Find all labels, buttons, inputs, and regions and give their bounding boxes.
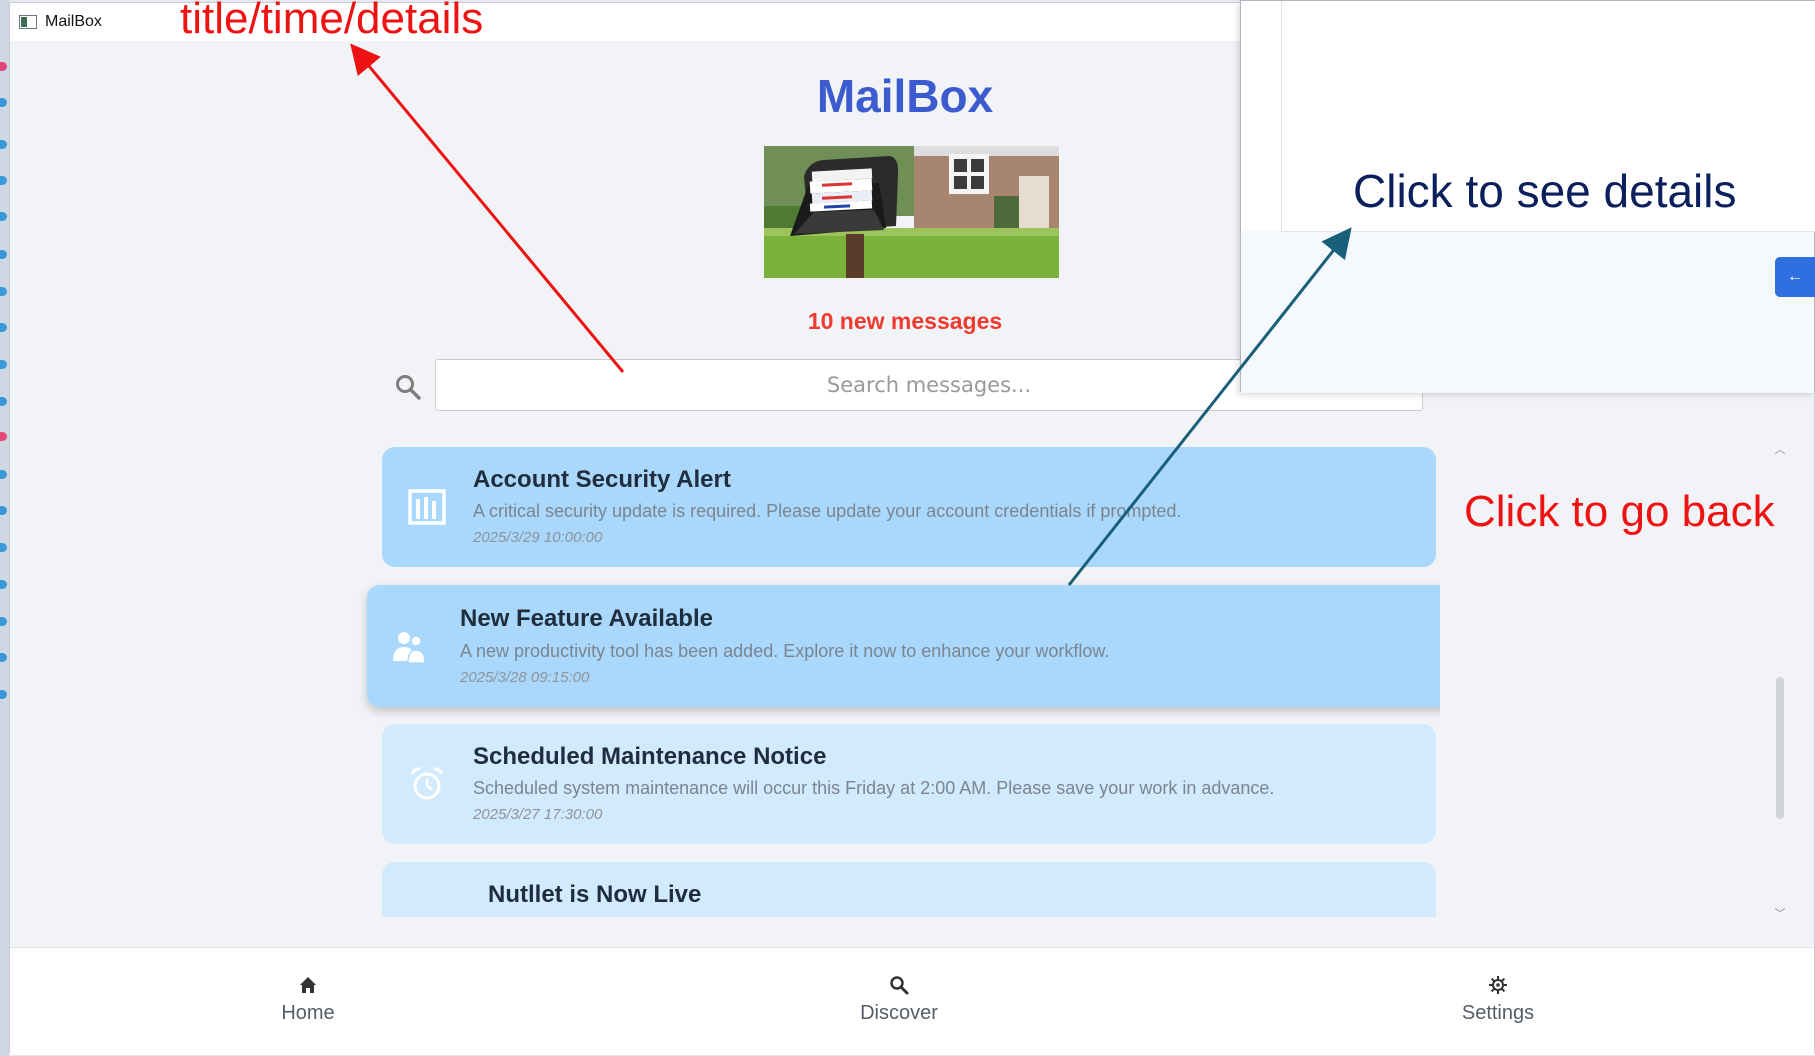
- red-arrow: [350, 43, 625, 373]
- annotation-arrows: [350, 43, 1352, 586]
- blue-arrow: [1067, 227, 1352, 586]
